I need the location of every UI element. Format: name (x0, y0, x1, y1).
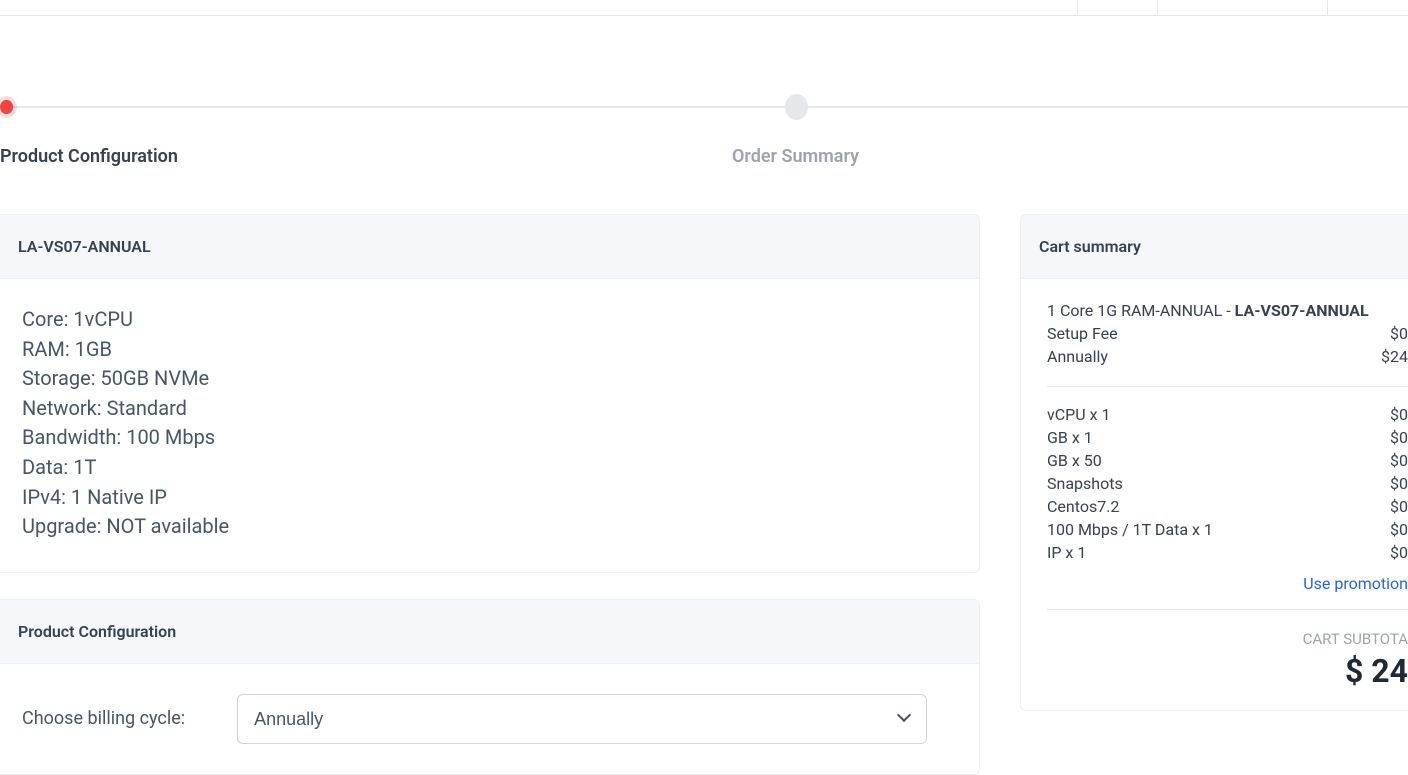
cart-line-label: Snapshots (1047, 474, 1123, 493)
cart-summary-card: Cart summary 1 Core 1G RAM-ANNUAL - LA-V… (1020, 214, 1408, 711)
cart-line-label: GB x 1 (1047, 428, 1093, 447)
spec-ipv4: IPv4: 1 Native IP (22, 483, 957, 513)
stepper-line (808, 106, 1408, 108)
cart-divider (1047, 386, 1408, 387)
cart-item-bold: LA-VS07-ANNUAL (1235, 301, 1369, 320)
cart-subtotal-value: $ 24 (1047, 652, 1408, 690)
cart-line-row: vCPU x 1 $0 (1047, 405, 1408, 424)
spec-bandwidth: Bandwidth: 100 Mbps (22, 423, 957, 453)
spec-core: Core: 1vCPU (22, 305, 957, 335)
spec-network: Network: Standard (22, 394, 957, 424)
cart-fee-value: $0 (1390, 324, 1408, 343)
cart-line-value: $0 (1390, 520, 1408, 539)
cart-line-value: $0 (1390, 451, 1408, 470)
cart-fee-label: Annually (1047, 347, 1108, 366)
cart-line-row: Centos7.2 $0 (1047, 497, 1408, 516)
spec-ram: RAM: 1GB (22, 335, 957, 365)
stepper-step-active (0, 100, 13, 114)
cart-line-value: $0 (1390, 405, 1408, 424)
step-label-product-config: Product Configuration (0, 146, 178, 167)
cart-fee-row: Setup Fee $0 (1047, 324, 1408, 343)
product-card-header: LA-VS07-ANNUAL (0, 215, 979, 279)
cart-line-value: $0 (1390, 543, 1408, 562)
cart-line-label: vCPU x 1 (1047, 405, 1111, 424)
cart-line-label: 100 Mbps / 1T Data x 1 (1047, 520, 1213, 539)
cart-fee-row: Annually $24 (1047, 347, 1408, 366)
cart-line-label: GB x 50 (1047, 451, 1102, 470)
config-card-header: Product Configuration (0, 600, 979, 664)
billing-cycle-select[interactable]: Annually (237, 694, 927, 744)
cart-line-row: 100 Mbps / 1T Data x 1 $0 (1047, 520, 1408, 539)
cart-line-label: Centos7.2 (1047, 497, 1119, 516)
cart-divider (1047, 609, 1408, 610)
cart-line-row: Snapshots $0 (1047, 474, 1408, 493)
stepper-step-inactive (785, 94, 808, 120)
use-promotion-link[interactable]: Use promotion (1047, 574, 1408, 593)
top-nav-bar (0, 0, 1408, 16)
step-label-order-summary: Order Summary (732, 146, 859, 167)
cart-line-row: GB x 50 $0 (1047, 451, 1408, 470)
cart-fee-label: Setup Fee (1047, 324, 1118, 343)
cart-line-value: $0 (1390, 497, 1408, 516)
stepper-line (13, 106, 785, 108)
cart-summary-header: Cart summary (1021, 215, 1408, 279)
cart-line-label: IP x 1 (1047, 543, 1086, 562)
cart-line-value: $0 (1390, 428, 1408, 447)
stepper (0, 94, 1408, 120)
cart-item-name: 1 Core 1G RAM-ANNUAL - LA-VS07-ANNUAL (1047, 301, 1408, 320)
product-card: LA-VS07-ANNUAL Core: 1vCPU RAM: 1GB Stor… (0, 214, 980, 573)
spec-data: Data: 1T (22, 453, 957, 483)
cart-line-row: IP x 1 $0 (1047, 543, 1408, 562)
cart-line-value: $0 (1390, 474, 1408, 493)
cart-subtotal-label: CART SUBTOTA (1047, 630, 1408, 648)
spec-storage: Storage: 50GB NVMe (22, 364, 957, 394)
product-spec-body: Core: 1vCPU RAM: 1GB Storage: 50GB NVMe … (0, 279, 979, 572)
billing-cycle-label: Choose billing cycle: (22, 708, 185, 729)
stepper-labels: Product Configuration Order Summary (0, 146, 1408, 176)
cart-item-prefix: 1 Core 1G RAM-ANNUAL - (1047, 301, 1235, 320)
cart-fee-value: $24 (1381, 347, 1408, 366)
cart-line-row: GB x 1 $0 (1047, 428, 1408, 447)
spec-upgrade: Upgrade: NOT available (22, 512, 957, 542)
config-card: Product Configuration Choose billing cyc… (0, 599, 980, 775)
